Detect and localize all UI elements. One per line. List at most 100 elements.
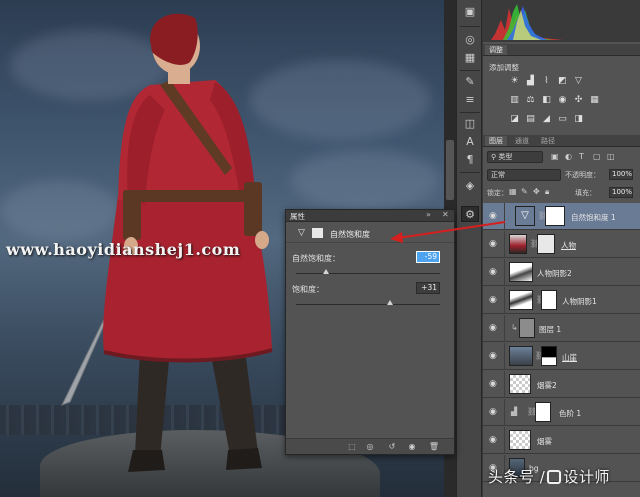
mask-icon[interactable] [312, 228, 323, 238]
filter-smart-icon[interactable]: ◫ [607, 152, 615, 161]
lock-all-icon[interactable]: 🔒︎ [545, 187, 549, 197]
grid-icon[interactable]: ▦ [461, 50, 479, 66]
gradient-map-icon[interactable]: ▭ [557, 114, 568, 125]
visibility-cell[interactable]: ◉ [483, 287, 505, 314]
visibility-cell[interactable]: ◉ [483, 259, 505, 286]
vibrance-icon[interactable]: ▽ [573, 76, 584, 87]
collapse-icon[interactable]: » [426, 210, 431, 219]
threshold-icon[interactable]: ◢ [541, 114, 552, 125]
layer-name: 色阶 1 [559, 409, 582, 418]
invert-icon[interactable]: ◪ [509, 114, 520, 125]
lock-label: 锁定： [487, 189, 508, 197]
visibility-cell[interactable]: ◉ [483, 231, 505, 258]
eye-icon[interactable]: ◉ [489, 323, 500, 333]
layer-row[interactable]: ◉ ⛓ 人物 [483, 231, 640, 258]
reset-icon[interactable]: ↺ [386, 442, 398, 452]
color-lookup-icon[interactable]: ▦ [589, 95, 600, 106]
hue-sat-icon[interactable]: ▥ [509, 95, 520, 106]
layer-thumb [509, 290, 533, 310]
opacity-input[interactable]: 100% [609, 169, 633, 180]
info-icon[interactable]: ◎ [461, 32, 479, 48]
eye-icon[interactable]: ◉ [489, 435, 500, 445]
visibility-cell[interactable]: ◉ [483, 343, 505, 370]
vibrance-icon: ▽ [298, 228, 305, 238]
selective-color-icon[interactable]: ◨ [573, 114, 584, 125]
eye-icon[interactable]: ◉ [489, 407, 500, 417]
vibrance-slider-track[interactable] [296, 273, 440, 274]
layer-row[interactable]: ◉ ▽ ⛓ 自然饱和度 1 [483, 203, 640, 230]
posterize-icon[interactable]: ▤ [525, 114, 536, 125]
fill-input[interactable]: 100% [609, 187, 633, 198]
mask-thumb [541, 290, 557, 310]
image-icon[interactable]: ▣ [461, 4, 479, 20]
saturation-slider-track[interactable] [296, 304, 440, 305]
brightness-icon[interactable]: ☀ [509, 76, 520, 87]
3d-cube-icon[interactable]: ◈ [461, 178, 479, 194]
vibrance-adjustment-thumb: ▽ [515, 206, 535, 226]
color-balance-icon[interactable]: ⚖ [525, 95, 536, 106]
visibility-cell[interactable]: ◉ [483, 203, 505, 230]
layer-row[interactable]: ◉ ▟ ⛓ 色阶 1 [483, 399, 640, 426]
channel-mixer-icon[interactable]: ✣ [573, 95, 584, 106]
layer-row[interactable]: ◉ ⛓ 人物阴影1 [483, 287, 640, 314]
visibility-cell[interactable]: ◉ [483, 371, 505, 398]
text-char-icon[interactable]: A [461, 134, 479, 150]
layer-filter-select[interactable]: ⚲ 类型 [487, 151, 543, 163]
layer-name: 烟雾 [537, 437, 552, 446]
eye-icon[interactable]: ◉ [489, 379, 500, 389]
curves-icon[interactable]: ⌇ [541, 76, 552, 87]
view-previous-icon[interactable]: ◎ [364, 442, 376, 452]
exposure-icon[interactable]: ◩ [557, 76, 568, 87]
trash-icon[interactable]: 🗑︎ [428, 442, 440, 452]
eye-icon[interactable]: ◉ [489, 351, 500, 361]
layer-row[interactable]: ◉ 烟雾 [483, 427, 640, 454]
adjust-icon[interactable]: ⚙ [461, 206, 479, 222]
filter-adjust-icon[interactable]: ◐ [565, 152, 572, 161]
layer-row[interactable]: ◉ 人物阴影2 [483, 259, 640, 286]
visibility-icon[interactable]: ◉ [406, 442, 418, 452]
eye-icon[interactable]: ◉ [489, 267, 500, 277]
brand-slash: / [539, 468, 546, 486]
visibility-cell[interactable]: ◉ [483, 399, 505, 426]
tab-layers[interactable]: 图层 [485, 136, 507, 146]
brush-settings-icon[interactable]: ✎ [461, 74, 479, 90]
properties-header[interactable]: 属性 » ✕ [286, 210, 454, 222]
scroll-thumb[interactable] [446, 140, 454, 200]
layer-row[interactable]: ◉ 烟雾2 [483, 371, 640, 398]
close-icon[interactable]: ✕ [442, 210, 449, 219]
saturation-input[interactable]: +31 [416, 282, 440, 294]
styles-icon[interactable]: ◫ [461, 116, 479, 132]
levels-icon[interactable]: ▟ [525, 76, 536, 87]
properties-footer: ⬚ ◎ ↺ ◉ 🗑︎ [286, 438, 454, 454]
photo-filter-icon[interactable]: ◉ [557, 95, 568, 106]
saturation-slider-knob[interactable] [387, 300, 394, 305]
histogram-graph [483, 0, 640, 42]
sliders-icon[interactable]: ≡ [461, 92, 479, 108]
filter-shape-icon[interactable]: ▢ [593, 152, 601, 161]
lock-position-icon[interactable]: ✥ [533, 187, 540, 196]
eye-icon[interactable]: ◉ [489, 239, 500, 249]
mask-thumb [541, 346, 557, 366]
tab-adjustments[interactable]: 调整 [485, 45, 507, 55]
layer-row[interactable]: ◉ ⛓ 山崖 [483, 343, 640, 370]
layer-name: 人物阴影1 [562, 297, 597, 306]
lock-pixels-icon[interactable]: ✎ [521, 187, 528, 196]
layer-thumb [509, 430, 531, 450]
eye-icon[interactable]: ◉ [489, 295, 500, 305]
visibility-cell[interactable]: ◉ [483, 315, 505, 342]
paragraph-icon[interactable]: ¶ [461, 152, 479, 168]
filter-type-icon[interactable]: T [579, 152, 584, 161]
lock-transparency-icon[interactable]: ▦ [509, 187, 517, 196]
visibility-cell[interactable]: ◉ [483, 427, 505, 454]
filter-pixel-icon[interactable]: ▣ [551, 152, 559, 161]
tab-paths[interactable]: 路径 [537, 136, 559, 146]
blend-mode-select[interactable]: 正常 [487, 169, 561, 181]
layer-row[interactable]: ◉ ↳ 图层 1 [483, 315, 640, 342]
vibrance-slider-knob[interactable] [322, 269, 329, 274]
black-white-icon[interactable]: ◧ [541, 95, 552, 106]
clip-to-layer-icon[interactable]: ⬚ [346, 442, 358, 452]
eye-icon[interactable]: ◉ [489, 211, 500, 221]
vibrance-input[interactable]: -59 [416, 251, 440, 263]
brand-watermark: 头条号 / 设计师 [488, 466, 610, 487]
tab-channels[interactable]: 通道 [511, 136, 533, 146]
